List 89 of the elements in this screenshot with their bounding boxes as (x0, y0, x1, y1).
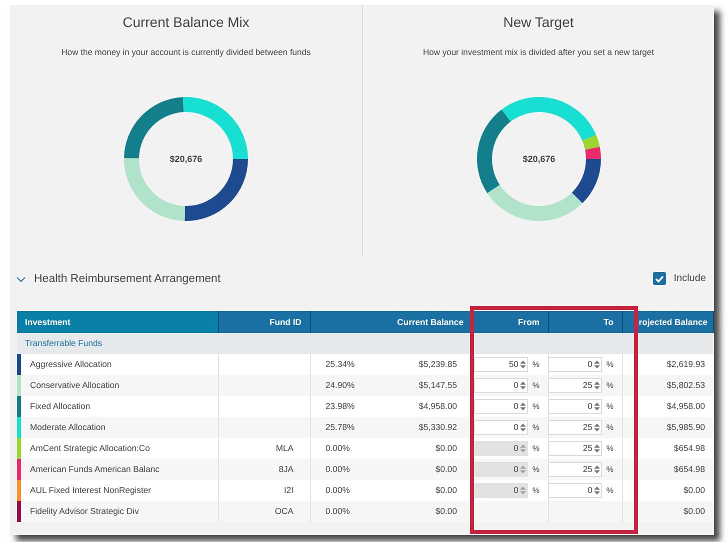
percent-value: 23.98% (326, 400, 355, 413)
spinner-icon[interactable] (593, 444, 602, 453)
projected-amount: $0.00 (683, 485, 705, 496)
investment-name: Conservative Allocation (30, 380, 120, 390)
investment-name: Fixed Allocation (30, 401, 90, 412)
balance-amount: $0.00 (435, 442, 457, 455)
spinner-icon[interactable] (593, 465, 602, 474)
include-checkbox[interactable] (652, 272, 666, 285)
balance-amount: $5,330.92 (418, 421, 457, 434)
number-field[interactable]: 50 (474, 357, 528, 372)
percent-sign: % (606, 442, 614, 454)
fund-id: I2I (284, 485, 294, 496)
include-label: Include (674, 272, 706, 286)
number-field[interactable]: 25 (548, 441, 602, 456)
column-header: Current Balance (310, 311, 472, 333)
balance-amount: $5,147.55 (418, 379, 457, 392)
spinner-icon[interactable] (593, 360, 602, 369)
projected-amount: $5,985.90 (666, 422, 705, 432)
investment-name: American Funds American Balanc (30, 464, 160, 474)
balance-amount: $5,239.85 (418, 358, 457, 371)
column-header: To (548, 311, 622, 333)
projected-amount: $5,802.53 (666, 380, 705, 390)
percent-sign: % (532, 380, 540, 392)
spinner-icon[interactable] (593, 402, 602, 411)
percent-sign: % (606, 484, 614, 496)
chevron-down-icon[interactable] (16, 276, 26, 284)
number-field[interactable]: 0 (548, 399, 602, 414)
percent-sign: % (606, 464, 614, 476)
balance-amount: $0.00 (435, 484, 457, 497)
percent-value: 0.00% (326, 505, 350, 518)
percent-value: 0.00% (326, 463, 350, 476)
number-field[interactable]: 25 (548, 462, 602, 477)
chart-total: $20,676 (170, 154, 202, 164)
investment-name: Moderate Allocation (30, 422, 106, 432)
number-field[interactable]: 25 (548, 420, 602, 435)
percent-value: 25.78% (326, 421, 355, 434)
projected-amount: $654.98 (674, 443, 705, 454)
column-header: Investment (17, 311, 218, 333)
number-field[interactable]: 25 (548, 378, 602, 393)
projected-amount: $4,958.00 (666, 401, 705, 412)
spinner-icon[interactable] (519, 423, 528, 432)
spinner-icon[interactable] (519, 360, 528, 369)
fund-id: 8JA (278, 464, 294, 474)
chart-total: $20,676 (522, 154, 555, 164)
column-header: rojected Balance (622, 311, 713, 333)
number-field[interactable]: 0 (474, 378, 528, 393)
fund-id: MLA (276, 443, 294, 454)
investment-name: Fidelity Advisor Strategic Div (30, 506, 139, 516)
balance-amount: $4,958.00 (418, 400, 457, 413)
chart-subtitle: How the money in your account is currently divided between funds (60, 46, 312, 59)
projected-amount: $2,619.93 (666, 359, 705, 370)
column-header: From (472, 311, 548, 333)
percent-value: 0.00% (326, 442, 350, 455)
spinner-icon[interactable] (519, 402, 528, 411)
chart-title: Current Balance Mix (122, 13, 250, 32)
percent-value: 25.34% (326, 358, 355, 371)
percent-value: 0.00% (326, 484, 350, 497)
investment-name: AUL Fixed Interest NonRegister (30, 485, 152, 496)
number-field[interactable]: 0 (474, 420, 528, 435)
spinner-icon[interactable] (519, 381, 528, 390)
chart-title: New Target (502, 13, 575, 32)
column-header: Fund ID (218, 311, 310, 333)
group-label: Transferrable Funds (25, 338, 102, 348)
chart-subtitle: How your investment mix is divided after you set a new target (422, 46, 656, 59)
spinner-icon[interactable] (593, 486, 602, 495)
spinner-icon[interactable] (593, 381, 602, 390)
number-field[interactable]: 0 (548, 357, 602, 372)
projected-amount: $0.00 (683, 506, 705, 516)
spinner-icon[interactable] (593, 423, 602, 432)
number-field[interactable]: 0 (474, 399, 528, 414)
investment-name: AmCent Strategic Allocation:Co (30, 443, 150, 454)
number-field[interactable]: 0 (548, 483, 602, 498)
percent-value: 24.90% (326, 379, 355, 392)
percent-sign: % (532, 464, 540, 476)
percent-sign: % (532, 400, 540, 412)
percent-sign: % (606, 400, 614, 412)
investment-name: Aggressive Allocation (30, 359, 112, 370)
balance-amount: $0.00 (435, 505, 457, 518)
percent-sign: % (606, 380, 614, 392)
percent-sign: % (532, 422, 540, 434)
balance-amount: $0.00 (435, 463, 457, 476)
percent-sign: % (606, 422, 614, 434)
percent-sign: % (532, 358, 540, 370)
percent-sign: % (532, 442, 540, 454)
percent-sign: % (532, 484, 540, 496)
projected-amount: $654.98 (674, 464, 705, 474)
section-title: Health Reimbursement Arrangement (34, 272, 221, 287)
fund-id: OCA (274, 506, 294, 516)
percent-sign: % (606, 358, 614, 370)
